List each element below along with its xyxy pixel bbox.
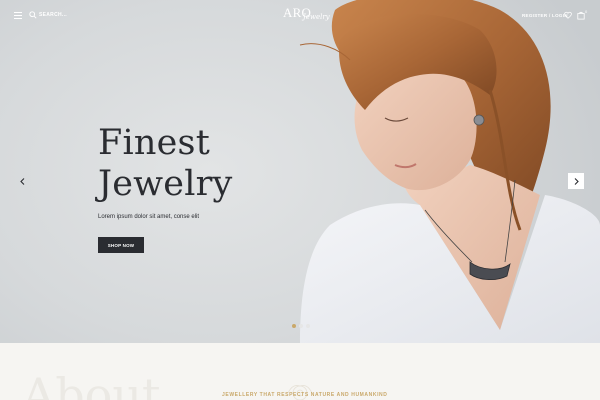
chevron-left-icon — [19, 177, 24, 185]
about-tagline: JEWELLERY THAT RESPECTS NATURE AND HUMAN… — [222, 392, 388, 398]
slider-dot-2[interactable] — [299, 324, 303, 328]
site-header: SEARCH... ARO Jewelry REGISTER / LOGIN 0 — [0, 0, 600, 32]
heart-icon[interactable] — [564, 11, 572, 19]
shopping-bag-icon[interactable] — [577, 11, 585, 20]
slider-prev-button[interactable] — [17, 176, 27, 186]
register-login-link[interactable]: REGISTER / LOGIN — [522, 13, 568, 18]
site-logo[interactable]: ARO Jewelry — [283, 5, 330, 25]
hero-slider — [0, 0, 600, 343]
shop-now-button[interactable]: SHOP NOW — [98, 237, 144, 253]
logo-script: Jewelry — [303, 13, 330, 21]
search-icon[interactable] — [29, 11, 37, 19]
hero-title-line2: Jewelry — [98, 164, 233, 204]
about-heading: About — [22, 368, 161, 400]
hero-title: Finest Jewelry — [98, 123, 233, 205]
hero-model-image — [299, 0, 600, 343]
hamburger-icon[interactable] — [14, 12, 22, 19]
about-section: About JEWELLERY THAT RESPECTS NATURE AND… — [0, 343, 600, 400]
hero-subtitle: Lorem ipsum dolor sit amet, conse elit — [98, 214, 200, 220]
slider-next-button[interactable] — [568, 173, 584, 189]
chevron-right-icon — [574, 177, 579, 185]
slider-dot-3[interactable] — [306, 324, 310, 328]
cart-count-badge: 0 — [585, 9, 588, 14]
hero-title-line1: Finest — [98, 123, 210, 163]
search-input[interactable]: SEARCH... — [39, 12, 67, 18]
slider-dot-1[interactable] — [292, 324, 296, 328]
slider-pagination — [292, 324, 312, 329]
